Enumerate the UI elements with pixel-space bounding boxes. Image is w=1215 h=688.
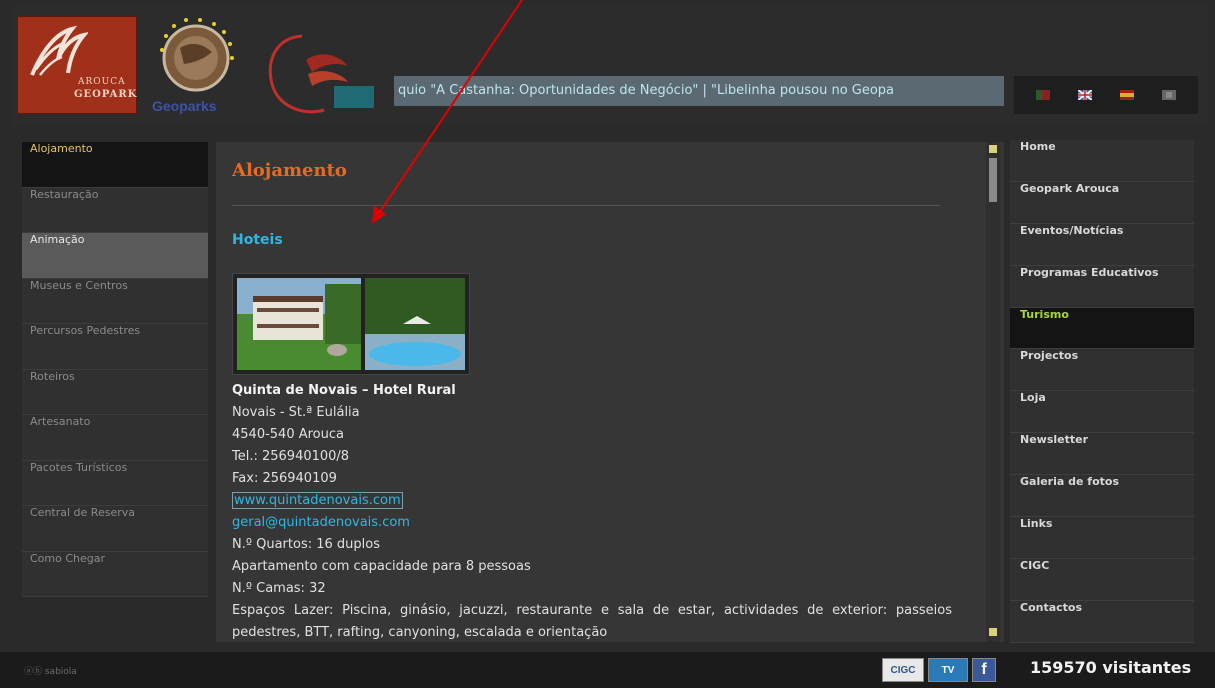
hotel-phone: Tel.: 256940100/8: [232, 449, 350, 464]
hotel-address-line1: Novais - St.ª Eulália: [232, 405, 360, 420]
scroll-down-arrow-icon[interactable]: [989, 628, 997, 636]
hotel-details: Quinta de Novais – Hotel Rural Novais - …: [232, 380, 952, 642]
news-ticker[interactable]: quio "A Castanha: Oportunidades de Negóc…: [394, 76, 1004, 106]
facebook-icon[interactable]: f: [972, 658, 996, 682]
hotel-name: Quinta de Novais – Hotel Rural: [232, 383, 456, 398]
subnav-item-como-chegar[interactable]: Como Chegar: [22, 551, 208, 597]
tv-badge-label: TV: [941, 664, 955, 676]
nav-item-galeria[interactable]: Galeria de fotos: [1010, 475, 1194, 518]
visitor-counter: 159570 visitantes: [1030, 658, 1192, 677]
subnav-item-pacotes[interactable]: Pacotes Turísticos: [22, 460, 208, 506]
subnav-item-alojamento[interactable]: Alojamento: [22, 142, 208, 188]
subnav-item-restauracao[interactable]: Restauração: [22, 187, 208, 233]
arouca-geopark-logo[interactable]: AROUCA GEOPARK: [17, 16, 137, 114]
uk-flag-icon[interactable]: [1078, 90, 1092, 100]
main-nav: Home Geopark Arouca Eventos/Notícias Pro…: [1010, 140, 1194, 645]
footer-credit[interactable]: ⓐⓑ sabiola: [24, 664, 77, 677]
hotel-apartment: Apartamento com capacidade para 8 pessoa…: [232, 559, 531, 574]
tv-badge-icon[interactable]: TV: [928, 658, 968, 682]
nav-item-turismo[interactable]: Turismo: [1010, 307, 1194, 350]
title-divider: [232, 205, 940, 206]
cigc-logo[interactable]: [262, 30, 382, 120]
hotel-beds: N.º Camas: 32: [232, 581, 326, 596]
portugal-flag-icon[interactable]: [1036, 90, 1050, 100]
nav-item-home[interactable]: Home: [1010, 140, 1194, 182]
cigc-badge-label: CIGC: [890, 664, 916, 676]
logo-text-geopark: GEOPARK: [74, 89, 138, 100]
nav-item-loja[interactable]: Loja: [1010, 391, 1194, 434]
cigc-badge-icon[interactable]: CIGC: [882, 658, 924, 682]
content-scrollbar[interactable]: [986, 142, 1000, 642]
nav-item-links[interactable]: Links: [1010, 517, 1194, 559]
nav-item-cigc[interactable]: CIGC: [1010, 558, 1194, 601]
page-title: Alojamento: [232, 160, 347, 181]
hotel-photos: [232, 273, 470, 375]
footer-icons: CIGC TV f: [882, 658, 996, 682]
ticker-text: quio "A Castanha: Oportunidades de Negóc…: [398, 83, 895, 98]
language-selector: [1014, 76, 1198, 114]
site-footer: ⓐⓑ sabiola CIGC TV f 159570 visitantes: [0, 652, 1215, 688]
france-flag-icon[interactable]: [1162, 90, 1176, 100]
geoparks-globe-icon: [160, 18, 234, 92]
page-frame: AROUCA GEOPARK Geoparks quio "A Castanha…: [0, 0, 1215, 688]
hotel-fax: Fax: 256940109: [232, 471, 337, 486]
cigc-swirl-icon: [268, 34, 374, 114]
hotel-photo-images[interactable]: [233, 274, 469, 374]
nav-item-newsletter[interactable]: Newsletter: [1010, 433, 1194, 476]
facebook-label: f: [981, 661, 987, 678]
hotel-address-line2: 4540-540 Arouca: [232, 427, 344, 442]
subnav-item-artesanato[interactable]: Artesanato: [22, 415, 208, 461]
subnav-item-museus[interactable]: Museus e Centros: [22, 278, 208, 324]
subnav-item-central-reserva[interactable]: Central de Reserva: [22, 506, 208, 552]
subnav-item-roteiros[interactable]: Roteiros: [22, 369, 208, 415]
logo-text-arouca: AROUCA: [78, 77, 126, 87]
main-content: Alojamento Hoteis Quinta de Novais – Hot…: [216, 142, 1004, 642]
section-heading: Hoteis: [232, 232, 283, 248]
scroll-up-arrow-icon[interactable]: [989, 145, 997, 153]
nav-item-programas[interactable]: Programas Educativos: [1010, 265, 1194, 308]
geoparks-network-logo[interactable]: Geoparks: [150, 18, 250, 116]
hotel-email-link[interactable]: geral@quintadenovais.com: [232, 515, 410, 530]
tourism-subnav: Alojamento Restauração Animação Museus e…: [22, 142, 208, 642]
nav-item-eventos[interactable]: Eventos/Notícias: [1010, 223, 1194, 266]
subnav-item-percursos[interactable]: Percursos Pedestres: [22, 324, 208, 370]
nav-item-geopark-arouca[interactable]: Geopark Arouca: [1010, 181, 1194, 224]
hotel-rooms: N.º Quartos: 16 duplos: [232, 537, 380, 552]
nav-item-projectos[interactable]: Projectos: [1010, 349, 1194, 392]
subnav-item-animacao[interactable]: Animação: [22, 233, 208, 279]
nav-item-contactos[interactable]: Contactos: [1010, 600, 1194, 643]
hotel-leisure: Espaços Lazer: Piscina, ginásio, jacuzzi…: [232, 603, 952, 640]
hotel-website-link[interactable]: www.quintadenovais.com: [232, 492, 403, 509]
mountain-logo-icon: [30, 25, 88, 76]
site-header: AROUCA GEOPARK Geoparks quio "A Castanha…: [12, 6, 1208, 124]
scroll-thumb[interactable]: [989, 158, 997, 202]
spain-flag-icon[interactable]: [1120, 90, 1134, 100]
geoparks-label: Geoparks: [152, 98, 217, 114]
